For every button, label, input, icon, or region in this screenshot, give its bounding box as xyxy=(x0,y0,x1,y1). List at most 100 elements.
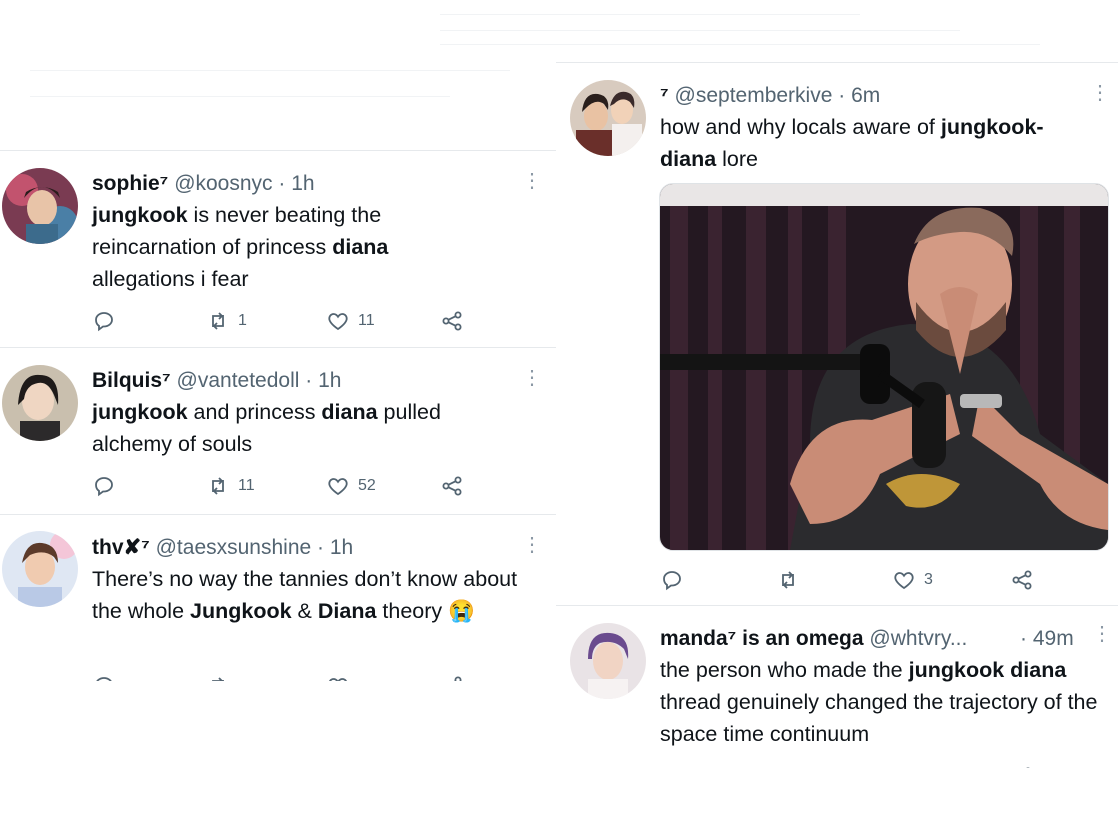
reply-button[interactable] xyxy=(92,671,124,681)
retweet-icon xyxy=(212,677,224,681)
share-icon xyxy=(442,311,462,331)
tweet[interactable]: manda⁷ is an omega @whtvry... · 49m ⋮ th… xyxy=(556,606,1118,768)
like-icon xyxy=(329,678,347,681)
separator: · xyxy=(838,84,846,107)
avatar[interactable] xyxy=(2,168,78,244)
tweet-text: how and why locals aware of jungkook-dia… xyxy=(660,111,1080,175)
avatar[interactable] xyxy=(2,531,78,607)
reply-button[interactable] xyxy=(660,565,692,595)
retweet-button[interactable] xyxy=(776,565,808,595)
more-icon[interactable]: ⋮ xyxy=(1092,624,1112,644)
timestamp[interactable]: 6m xyxy=(851,84,880,107)
reply-button[interactable] xyxy=(92,306,124,336)
more-icon[interactable]: ⋮ xyxy=(522,368,542,388)
share-button[interactable] xyxy=(440,671,472,681)
retweet-button[interactable]: 11 xyxy=(206,471,255,501)
separator: · xyxy=(305,369,313,392)
share-icon xyxy=(442,476,462,496)
like-icon xyxy=(328,478,348,496)
timestamp[interactable]: 1h xyxy=(330,536,353,559)
timestamp[interactable]: 1h xyxy=(318,369,341,392)
timestamp[interactable]: 49m xyxy=(1033,627,1074,650)
left-timeline: sophie⁷ @koosnyc · 1h ⋮ jungkook is neve… xyxy=(0,150,556,681)
reply-icon xyxy=(95,312,113,332)
retweet-icon xyxy=(212,312,224,330)
handle[interactable]: @whtvry... xyxy=(869,627,967,650)
tweet[interactable]: thv✘⁷ @taesxsunshine · 1h ⋮ There’s no w… xyxy=(0,515,556,681)
text-segment: how and why locals aware of xyxy=(660,115,941,139)
keyword: diana xyxy=(321,400,378,424)
handle[interactable]: @vantetedoll xyxy=(177,369,300,392)
more-icon[interactable]: ⋮ xyxy=(1090,83,1110,103)
tweet-actions xyxy=(660,762,1080,768)
display-name[interactable]: ⁷ xyxy=(660,84,669,107)
text-segment: the person who made the xyxy=(660,658,909,682)
tweet-actions: 3 xyxy=(660,565,1080,595)
display-name[interactable]: thv✘⁷ xyxy=(92,536,150,559)
reply-button[interactable] xyxy=(92,471,124,501)
text-segment: thread genuinely changed the trajectory … xyxy=(660,690,1098,746)
separator: · xyxy=(317,536,325,559)
retweet-count: 1 xyxy=(238,312,247,329)
retweet-button[interactable] xyxy=(206,671,238,681)
handle[interactable]: @koosnyc xyxy=(174,172,272,195)
keyword: Diana xyxy=(317,599,377,623)
tweet-text: jungkook and princess diana pulled alche… xyxy=(92,396,512,460)
handle[interactable]: @septemberkive xyxy=(675,84,833,107)
tweet-text: jungkook is never beating the reincarnat… xyxy=(92,199,492,295)
separator: · xyxy=(1020,627,1027,650)
right-timeline: ⁷ @septemberkive · 6m ⋮ how and why loca… xyxy=(556,62,1118,768)
keyword: diana xyxy=(1010,658,1067,682)
text-segment: & xyxy=(291,599,318,623)
like-count: 11 xyxy=(358,312,375,329)
share-button[interactable] xyxy=(440,306,472,336)
like-icon xyxy=(328,313,348,331)
reply-icon xyxy=(96,677,112,681)
text-segment: lore xyxy=(716,147,758,171)
like-button[interactable]: 52 xyxy=(326,471,376,501)
tweet[interactable]: sophie⁷ @koosnyc · 1h ⋮ jungkook is neve… xyxy=(0,151,556,348)
avatar[interactable] xyxy=(570,623,646,699)
timestamp[interactable]: 1h xyxy=(291,172,314,195)
retweet-button[interactable]: 1 xyxy=(206,306,247,336)
like-button[interactable]: 11 xyxy=(326,306,375,336)
share-icon xyxy=(454,676,462,681)
like-button[interactable]: 3 xyxy=(892,565,933,595)
like-button[interactable] xyxy=(892,762,924,768)
display-name[interactable]: Bilquis⁷ xyxy=(92,369,171,392)
more-icon[interactable]: ⋮ xyxy=(522,171,542,191)
avatar[interactable] xyxy=(2,365,78,441)
tweet[interactable]: ⁷ @septemberkive · 6m ⋮ how and why loca… xyxy=(556,63,1118,606)
crying-emoji: 😭 xyxy=(448,599,475,623)
keyword: diana xyxy=(332,235,389,259)
reply-icon xyxy=(663,571,681,591)
avatar[interactable] xyxy=(570,80,646,156)
attached-image[interactable] xyxy=(659,183,1109,551)
tweet-actions: 1 11 xyxy=(92,306,492,336)
keyword: jungkook xyxy=(92,400,188,424)
display-name[interactable]: sophie⁷ xyxy=(92,172,168,195)
separator: · xyxy=(278,172,286,195)
tweet-text: There’s no way the tannies don’t know ab… xyxy=(92,563,532,627)
handle[interactable]: @taesxsunshine xyxy=(156,536,312,559)
keyword: Jungkook xyxy=(190,599,292,623)
text-segment: theory xyxy=(376,599,449,623)
like-icon xyxy=(894,572,914,590)
tweet-actions xyxy=(92,671,492,681)
like-button[interactable] xyxy=(326,671,358,681)
tweet[interactable]: Bilquis⁷ @vantetedoll · 1h ⋮ jungkook an… xyxy=(0,348,556,515)
like-count: 52 xyxy=(358,477,376,494)
retweet-count: 11 xyxy=(238,477,255,494)
display-name[interactable]: manda⁷ is an omega xyxy=(660,627,864,650)
more-icon[interactable]: ⋮ xyxy=(522,535,542,555)
keyword: jungkook xyxy=(908,658,1005,682)
retweet-icon xyxy=(782,571,794,589)
reply-icon xyxy=(95,477,113,497)
share-icon xyxy=(1026,767,1030,768)
reply-button[interactable] xyxy=(660,762,692,768)
text-segment: allegations i fear xyxy=(92,267,249,291)
like-icon xyxy=(892,765,916,768)
share-button[interactable] xyxy=(440,471,472,501)
share-button[interactable] xyxy=(1010,762,1042,768)
share-button[interactable] xyxy=(1010,565,1042,595)
